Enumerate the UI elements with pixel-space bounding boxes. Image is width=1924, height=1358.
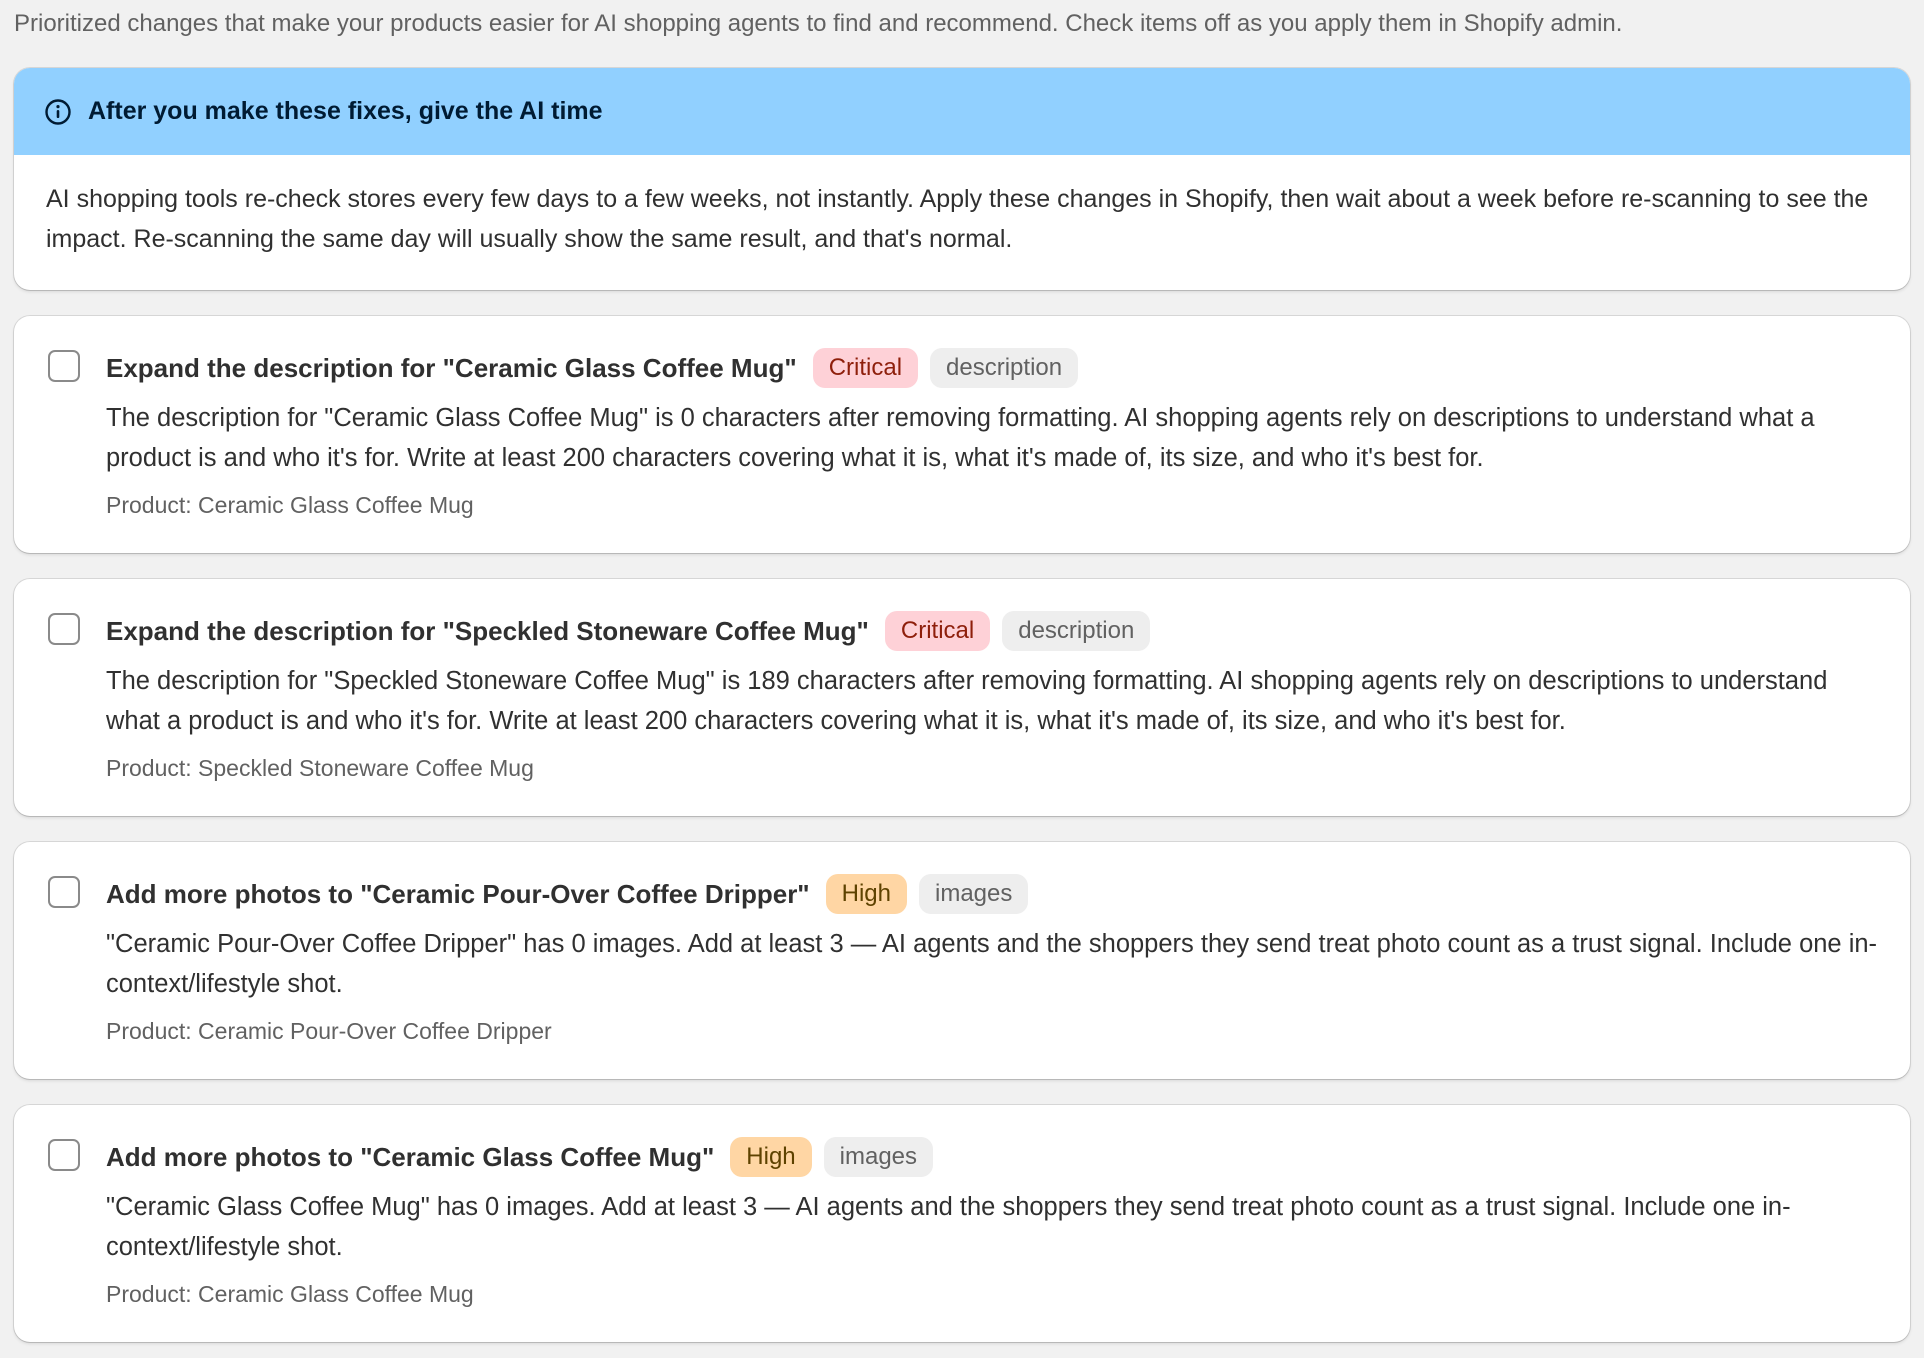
card-header: Add more photos to "Ceramic Pour-Over Co…: [106, 872, 1878, 916]
recommendation-card: Add more photos to "Ceramic Pour-Over Co…: [14, 842, 1910, 1079]
page-intro: Prioritized changes that make your produ…: [14, 10, 1623, 37]
priority-badge: High: [730, 1137, 812, 1177]
banner-header: After you make these fixes, give the AI …: [14, 68, 1910, 155]
priority-badge: Critical: [812, 348, 919, 388]
card-header: Expand the description for "Ceramic Glas…: [106, 346, 1878, 390]
item-checkbox[interactable]: [48, 350, 80, 382]
recommendation-card: Expand the description for "Speckled Sto…: [14, 579, 1910, 816]
banner-body: AI shopping tools re-check stores every …: [46, 185, 1869, 253]
card-title: Add more photos to "Ceramic Glass Coffee…: [106, 1141, 715, 1172]
product-name: Product: Ceramic Pour-Over Coffee Drippe…: [106, 1018, 552, 1044]
card-description: The description for "Ceramic Glass Coffe…: [106, 404, 1815, 472]
item-checkbox[interactable]: [48, 1139, 80, 1171]
card-header: Expand the description for "Speckled Sto…: [106, 609, 1878, 653]
product-name: Product: Ceramic Glass Coffee Mug: [106, 1281, 474, 1307]
priority-badge: High: [825, 874, 907, 914]
info-banner: After you make these fixes, give the AI …: [14, 68, 1910, 290]
card-description: The description for "Speckled Stoneware …: [106, 667, 1828, 735]
card-header: Add more photos to "Ceramic Glass Coffee…: [106, 1135, 1878, 1179]
card-description: "Ceramic Glass Coffee Mug" has 0 images.…: [106, 1193, 1791, 1261]
recommendation-card: Add more photos to "Ceramic Glass Coffee…: [14, 1105, 1910, 1342]
banner-title: After you make these fixes, give the AI …: [88, 97, 603, 125]
card-title: Add more photos to "Ceramic Pour-Over Co…: [106, 878, 810, 909]
category-tag: description: [1002, 611, 1151, 651]
recommendation-card: Expand the description for "Ceramic Glas…: [14, 316, 1910, 553]
product-name: Product: Ceramic Glass Coffee Mug: [106, 492, 474, 518]
item-checkbox[interactable]: [48, 613, 80, 645]
priority-badge: Critical: [884, 611, 991, 651]
category-tag: images: [919, 874, 1029, 914]
card-title: Expand the description for "Ceramic Glas…: [106, 352, 797, 383]
item-checkbox[interactable]: [48, 876, 80, 908]
category-tag: description: [930, 348, 1079, 388]
recommendations-page: Prioritized changes that make your produ…: [0, 0, 1924, 1358]
card-description: "Ceramic Pour-Over Coffee Dripper" has 0…: [106, 930, 1878, 998]
info-icon: [44, 98, 72, 126]
category-tag: images: [823, 1137, 934, 1177]
card-title: Expand the description for "Speckled Sto…: [106, 615, 869, 646]
product-name: Product: Speckled Stoneware Coffee Mug: [106, 755, 534, 781]
